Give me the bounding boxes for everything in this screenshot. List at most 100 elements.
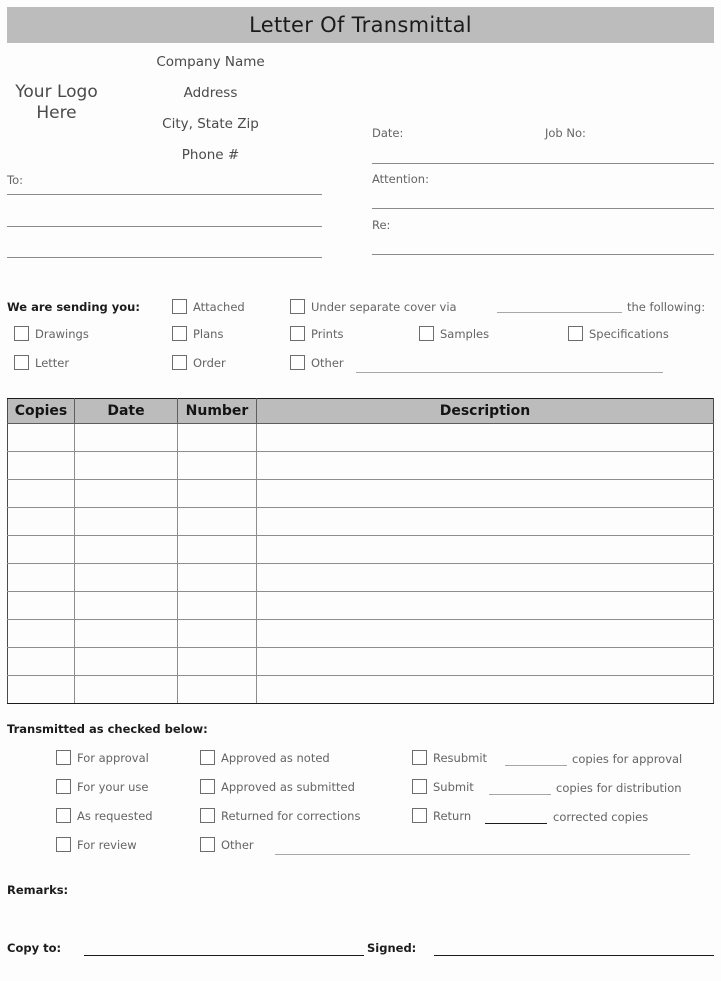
table-row xyxy=(7,591,714,620)
table-cell-description[interactable] xyxy=(256,563,714,592)
checkbox-specifications[interactable]: Specifications xyxy=(568,326,669,341)
submit-count-input-line[interactable] xyxy=(489,794,551,795)
table-cell-date[interactable] xyxy=(74,647,178,676)
attention-input-line[interactable] xyxy=(372,208,714,209)
checkbox-prints-box[interactable] xyxy=(290,326,305,341)
table-cell-description[interactable] xyxy=(256,423,714,452)
re-input-line[interactable] xyxy=(372,254,714,255)
table-cell-number[interactable] xyxy=(177,451,257,480)
table-cell-number[interactable] xyxy=(177,675,257,704)
table-cell-number[interactable] xyxy=(177,647,257,676)
checkbox-return-box[interactable] xyxy=(412,808,427,823)
table-cell-copies[interactable] xyxy=(7,563,75,592)
table-cell-number[interactable] xyxy=(177,507,257,536)
return-count-input-line[interactable] xyxy=(485,823,547,824)
checkbox-under-separate-cover-box[interactable] xyxy=(290,299,305,314)
checkbox-plans-box[interactable] xyxy=(172,326,187,341)
table-cell-description[interactable] xyxy=(256,507,714,536)
signed-input-line[interactable] xyxy=(434,955,714,956)
checkbox-other-sending-box[interactable] xyxy=(290,355,305,370)
table-cell-date[interactable] xyxy=(74,619,178,648)
checkbox-prints[interactable]: Prints xyxy=(290,326,343,341)
table-cell-description[interactable] xyxy=(256,535,714,564)
to-input-line-2[interactable] xyxy=(7,226,322,227)
checkbox-other-sending[interactable]: Other xyxy=(290,355,344,370)
other-sending-input-line[interactable] xyxy=(356,372,663,373)
table-cell-number[interactable] xyxy=(177,591,257,620)
checkbox-returned-for-corrections-box[interactable] xyxy=(200,808,215,823)
checkbox-samples[interactable]: Samples xyxy=(419,326,489,341)
checkbox-attached[interactable]: Attached xyxy=(172,299,245,314)
table-cell-number[interactable] xyxy=(177,479,257,508)
checkbox-for-approval-box[interactable] xyxy=(56,750,71,765)
checkbox-plans[interactable]: Plans xyxy=(172,326,223,341)
table-cell-date[interactable] xyxy=(74,591,178,620)
checkbox-approved-as-noted[interactable]: Approved as noted xyxy=(200,750,330,765)
checkbox-resubmit-box[interactable] xyxy=(412,750,427,765)
checkbox-specifications-box[interactable] xyxy=(568,326,583,341)
checkbox-other-sending-label: Other xyxy=(311,355,344,370)
to-input-line-1[interactable] xyxy=(7,194,322,195)
resubmit-count-input-line[interactable] xyxy=(505,765,567,766)
other-transmitted-input-line[interactable] xyxy=(275,854,690,855)
checkbox-order-box[interactable] xyxy=(172,355,187,370)
table-cell-copies[interactable] xyxy=(7,423,75,452)
checkbox-under-separate-cover[interactable]: Under separate cover via xyxy=(290,299,457,314)
checkbox-for-approval[interactable]: For approval xyxy=(56,750,149,765)
checkbox-for-review[interactable]: For review xyxy=(56,837,137,852)
table-cell-copies[interactable] xyxy=(7,451,75,480)
checkbox-for-your-use-box[interactable] xyxy=(56,779,71,794)
table-cell-copies[interactable] xyxy=(7,507,75,536)
table-cell-date[interactable] xyxy=(74,563,178,592)
checkbox-letter-box[interactable] xyxy=(14,355,29,370)
checkbox-for-review-box[interactable] xyxy=(56,837,71,852)
table-cell-copies[interactable] xyxy=(7,535,75,564)
checkbox-approved-as-noted-box[interactable] xyxy=(200,750,215,765)
checkbox-letter[interactable]: Letter xyxy=(14,355,69,370)
company-info-block: Company Name Address City, State Zip Pho… xyxy=(118,54,303,178)
table-cell-number[interactable] xyxy=(177,535,257,564)
checkbox-submit-box[interactable] xyxy=(412,779,427,794)
table-row xyxy=(7,619,714,648)
checkbox-order[interactable]: Order xyxy=(172,355,226,370)
checkbox-for-your-use[interactable]: For your use xyxy=(56,779,149,794)
checkbox-drawings[interactable]: Drawings xyxy=(14,326,89,341)
checkbox-other-transmitted[interactable]: Other xyxy=(200,837,254,852)
table-cell-number[interactable] xyxy=(177,423,257,452)
checkbox-return[interactable]: Return xyxy=(412,808,471,823)
under-separate-cover-input-line[interactable] xyxy=(497,312,622,313)
checkbox-samples-box[interactable] xyxy=(419,326,434,341)
table-cell-date[interactable] xyxy=(74,535,178,564)
checkbox-attached-box[interactable] xyxy=(172,299,187,314)
copy-to-input-line[interactable] xyxy=(84,955,364,956)
table-cell-number[interactable] xyxy=(177,563,257,592)
checkbox-drawings-box[interactable] xyxy=(14,326,29,341)
checkbox-returned-for-corrections[interactable]: Returned for corrections xyxy=(200,808,360,823)
checkbox-approved-as-submitted[interactable]: Approved as submitted xyxy=(200,779,355,794)
checkbox-submit[interactable]: Submit xyxy=(412,779,474,794)
date-job-no-input-line[interactable] xyxy=(372,163,714,164)
table-cell-description[interactable] xyxy=(256,479,714,508)
checkbox-approved-as-submitted-box[interactable] xyxy=(200,779,215,794)
table-cell-description[interactable] xyxy=(256,451,714,480)
checkbox-as-requested[interactable]: As requested xyxy=(56,808,153,823)
table-cell-number[interactable] xyxy=(177,619,257,648)
table-cell-description[interactable] xyxy=(256,675,714,704)
table-cell-date[interactable] xyxy=(74,479,178,508)
table-cell-description[interactable] xyxy=(256,619,714,648)
checkbox-resubmit[interactable]: Resubmit xyxy=(412,750,487,765)
table-cell-copies[interactable] xyxy=(7,675,75,704)
table-cell-date[interactable] xyxy=(74,451,178,480)
table-cell-date[interactable] xyxy=(74,423,178,452)
table-cell-copies[interactable] xyxy=(7,647,75,676)
to-input-line-3[interactable] xyxy=(7,257,322,258)
table-cell-description[interactable] xyxy=(256,591,714,620)
table-cell-date[interactable] xyxy=(74,507,178,536)
table-cell-copies[interactable] xyxy=(7,619,75,648)
table-cell-copies[interactable] xyxy=(7,591,75,620)
table-cell-copies[interactable] xyxy=(7,479,75,508)
table-cell-date[interactable] xyxy=(74,675,178,704)
checkbox-as-requested-box[interactable] xyxy=(56,808,71,823)
table-cell-description[interactable] xyxy=(256,647,714,676)
checkbox-other-transmitted-box[interactable] xyxy=(200,837,215,852)
